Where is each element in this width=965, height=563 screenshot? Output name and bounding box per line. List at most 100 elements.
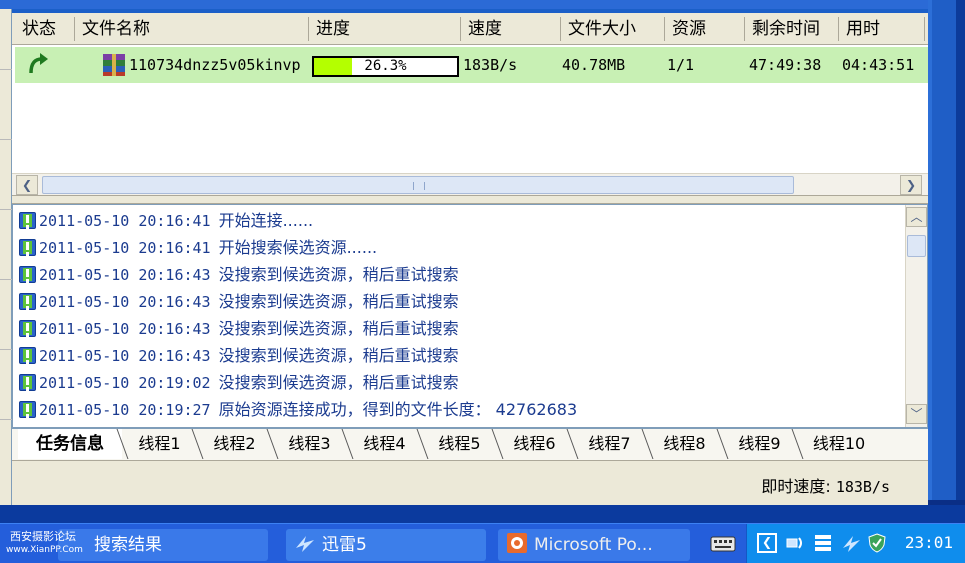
- log-timestamp: 2011-05-10 20:16:41: [39, 212, 211, 230]
- tab-thread-10[interactable]: 线程10: [791, 429, 881, 459]
- scroll-right-icon[interactable]: ❯: [900, 175, 922, 195]
- log-message: 开始搜索候选资源......: [218, 238, 378, 257]
- info-icon: [19, 374, 36, 391]
- col-filename[interactable]: 文件名称: [76, 13, 150, 45]
- info-icon: [19, 401, 36, 418]
- info-icon: [19, 347, 36, 364]
- info-icon: [19, 266, 36, 283]
- xunlei-tray-icon[interactable]: [841, 533, 861, 553]
- log-line: 2011-05-10 20:16:43 没搜索到候选资源，稍后重试搜索: [19, 261, 459, 288]
- menu-strip: [0, 0, 965, 9]
- col-status[interactable]: 状态: [16, 13, 56, 45]
- task-filename: 110734dnzz5v05kinvp: [129, 56, 301, 74]
- log-line: 2011-05-10 20:19:02 没搜索到候选资源，稍后重试搜索: [19, 369, 459, 396]
- taskbar: 搜索结果 迅雷5 Microsoft Po... ❮ 23:01: [0, 523, 965, 563]
- network-icon[interactable]: [785, 533, 805, 553]
- pane-splitter[interactable]: [12, 195, 928, 204]
- tab-thread-9[interactable]: 线程9: [716, 429, 797, 459]
- log-vscrollbar[interactable]: ︿ ﹀: [905, 205, 927, 427]
- clock[interactable]: 23:01: [905, 533, 953, 552]
- vscroll-thumb[interactable]: [907, 235, 926, 257]
- task-elapsed: 04:43:51: [842, 56, 915, 74]
- log-timestamp: 2011-05-10 20:19:27: [39, 401, 211, 419]
- app-window: 状态 文件名称 进度 速度 文件大小 资源 剩余时间 用时 110734dnzz…: [0, 0, 965, 563]
- log-line: 2011-05-10 20:16:41 开始搜索候选资源......: [19, 234, 377, 261]
- task-sources: 1/1: [667, 56, 695, 74]
- tab-thread-4[interactable]: 线程4: [341, 429, 422, 459]
- shield-icon[interactable]: [867, 533, 887, 553]
- col-elapsed[interactable]: 用时: [840, 13, 880, 45]
- list-icon[interactable]: [813, 533, 833, 553]
- task-log: 2011-05-10 20:16:41 开始连接...... 2011-05-10 …: [12, 204, 928, 428]
- tab-thread-7[interactable]: 线程7: [566, 429, 647, 459]
- taskbar-powerpoint[interactable]: Microsoft Po...: [498, 529, 690, 561]
- scroll-left-icon[interactable]: ❮: [16, 175, 38, 195]
- col-progress[interactable]: 进度: [310, 13, 350, 45]
- task-speed: 183B/s: [463, 56, 518, 74]
- scroll-up-icon[interactable]: ︿: [906, 207, 927, 227]
- info-icon: [19, 320, 36, 337]
- tab-thread-5[interactable]: 线程5: [416, 429, 497, 459]
- left-panel-edge: [0, 9, 12, 516]
- task-list-header: 状态 文件名称 进度 速度 文件大小 资源 剩余时间 用时: [12, 13, 928, 45]
- log-message: 开始连接......: [218, 211, 314, 230]
- tab-thread-2[interactable]: 线程2: [191, 429, 272, 459]
- tray-collapse-icon[interactable]: ❮: [757, 533, 777, 553]
- col-sources[interactable]: 资源: [666, 13, 706, 45]
- log-line: 2011-05-10 20:19:27 原始资源连接成功，得到的文件长度： 427…: [19, 396, 577, 423]
- log-message: 没搜索到候选资源，稍后重试搜索: [218, 346, 459, 365]
- task-list-hscrollbar[interactable]: ❮ ❯: [12, 173, 928, 195]
- detail-tabs: 任务信息 线程1 线程2 线程3 线程4 线程5 线程6 线程7 线程8 线程9 线程10: [12, 428, 928, 460]
- winrar-archive-icon: [101, 47, 127, 83]
- desktop-strip: [0, 505, 965, 523]
- log-message: 没搜索到候选资源，稍后重试搜索: [218, 319, 459, 338]
- log-line: 2011-05-10 20:16:43 没搜索到候选资源，稍后重试搜索: [19, 342, 459, 369]
- system-tray: ❮ 23:01: [746, 524, 965, 563]
- log-timestamp: 2011-05-10 20:19:02: [39, 374, 211, 392]
- hscroll-thumb[interactable]: [42, 176, 794, 194]
- xunlei-bird-icon: [296, 536, 314, 552]
- task-list: 110734dnzz5v05kinvp 26.3% 183B/s 40.78MB…: [12, 45, 928, 173]
- log-message: 原始资源连接成功，得到的文件长度： 42762683: [218, 400, 578, 419]
- log-timestamp: 2011-05-10 20:16:41: [39, 239, 211, 257]
- instant-speed: 即时速度: 183B/s: [761, 473, 890, 497]
- task-progress-bar: 26.3%: [312, 56, 459, 77]
- taskbar-xunlei[interactable]: 迅雷5: [286, 529, 486, 561]
- info-icon: [19, 212, 36, 229]
- log-timestamp: 2011-05-10 20:16:43: [39, 320, 211, 338]
- log-timestamp: 2011-05-10 20:16:43: [39, 347, 211, 365]
- tab-thread-8[interactable]: 线程8: [641, 429, 722, 459]
- log-line: 2011-05-10 20:16:41 开始连接......: [19, 207, 313, 234]
- col-filesize[interactable]: 文件大小: [562, 13, 636, 45]
- col-remaining[interactable]: 剩余时间: [746, 13, 820, 45]
- progress-text: 26.3%: [364, 58, 407, 74]
- log-message: 没搜索到候选资源，稍后重试搜索: [218, 292, 459, 311]
- log-timestamp: 2011-05-10 20:16:43: [39, 266, 211, 284]
- watermark: 西安摄影论坛 www.XianPP.Com: [0, 526, 92, 560]
- log-message: 没搜索到候选资源，稍后重试搜索: [218, 373, 459, 392]
- resume-arrow-icon: [25, 47, 49, 83]
- scroll-down-icon[interactable]: ﹀: [906, 404, 927, 424]
- info-icon: [19, 239, 36, 256]
- watermark-line1: 西安摄影论坛: [10, 530, 76, 543]
- log-message: 没搜索到候选资源，稍后重试搜索: [218, 265, 459, 284]
- watermark-line2: www.XianPP.Com: [6, 545, 83, 555]
- instant-speed-label: 即时速度:: [761, 477, 831, 496]
- instant-speed-value: 183B/s: [835, 478, 890, 496]
- status-bar: 即时速度: 183B/s: [12, 460, 928, 505]
- task-size: 40.78MB: [562, 56, 626, 74]
- powerpoint-icon: [507, 533, 527, 553]
- tab-task-info[interactable]: 任务信息: [18, 429, 122, 459]
- keyboard-icon[interactable]: [710, 536, 736, 552]
- log-line: 2011-05-10 20:16:43 没搜索到候选资源，稍后重试搜索: [19, 288, 459, 315]
- tab-thread-6[interactable]: 线程6: [491, 429, 572, 459]
- window-frame-right: [928, 0, 965, 516]
- log-line: 2011-05-10 20:16:43 没搜索到候选资源，稍后重试搜索: [19, 315, 459, 342]
- log-timestamp: 2011-05-10 20:16:43: [39, 293, 211, 311]
- task-remaining: 47:49:38: [749, 56, 822, 74]
- info-icon: [19, 293, 36, 310]
- col-speed[interactable]: 速度: [462, 13, 502, 45]
- tab-thread-1[interactable]: 线程1: [116, 429, 197, 459]
- task-row[interactable]: 110734dnzz5v05kinvp 26.3% 183B/s 40.78MB…: [15, 47, 928, 83]
- tab-thread-3[interactable]: 线程3: [266, 429, 347, 459]
